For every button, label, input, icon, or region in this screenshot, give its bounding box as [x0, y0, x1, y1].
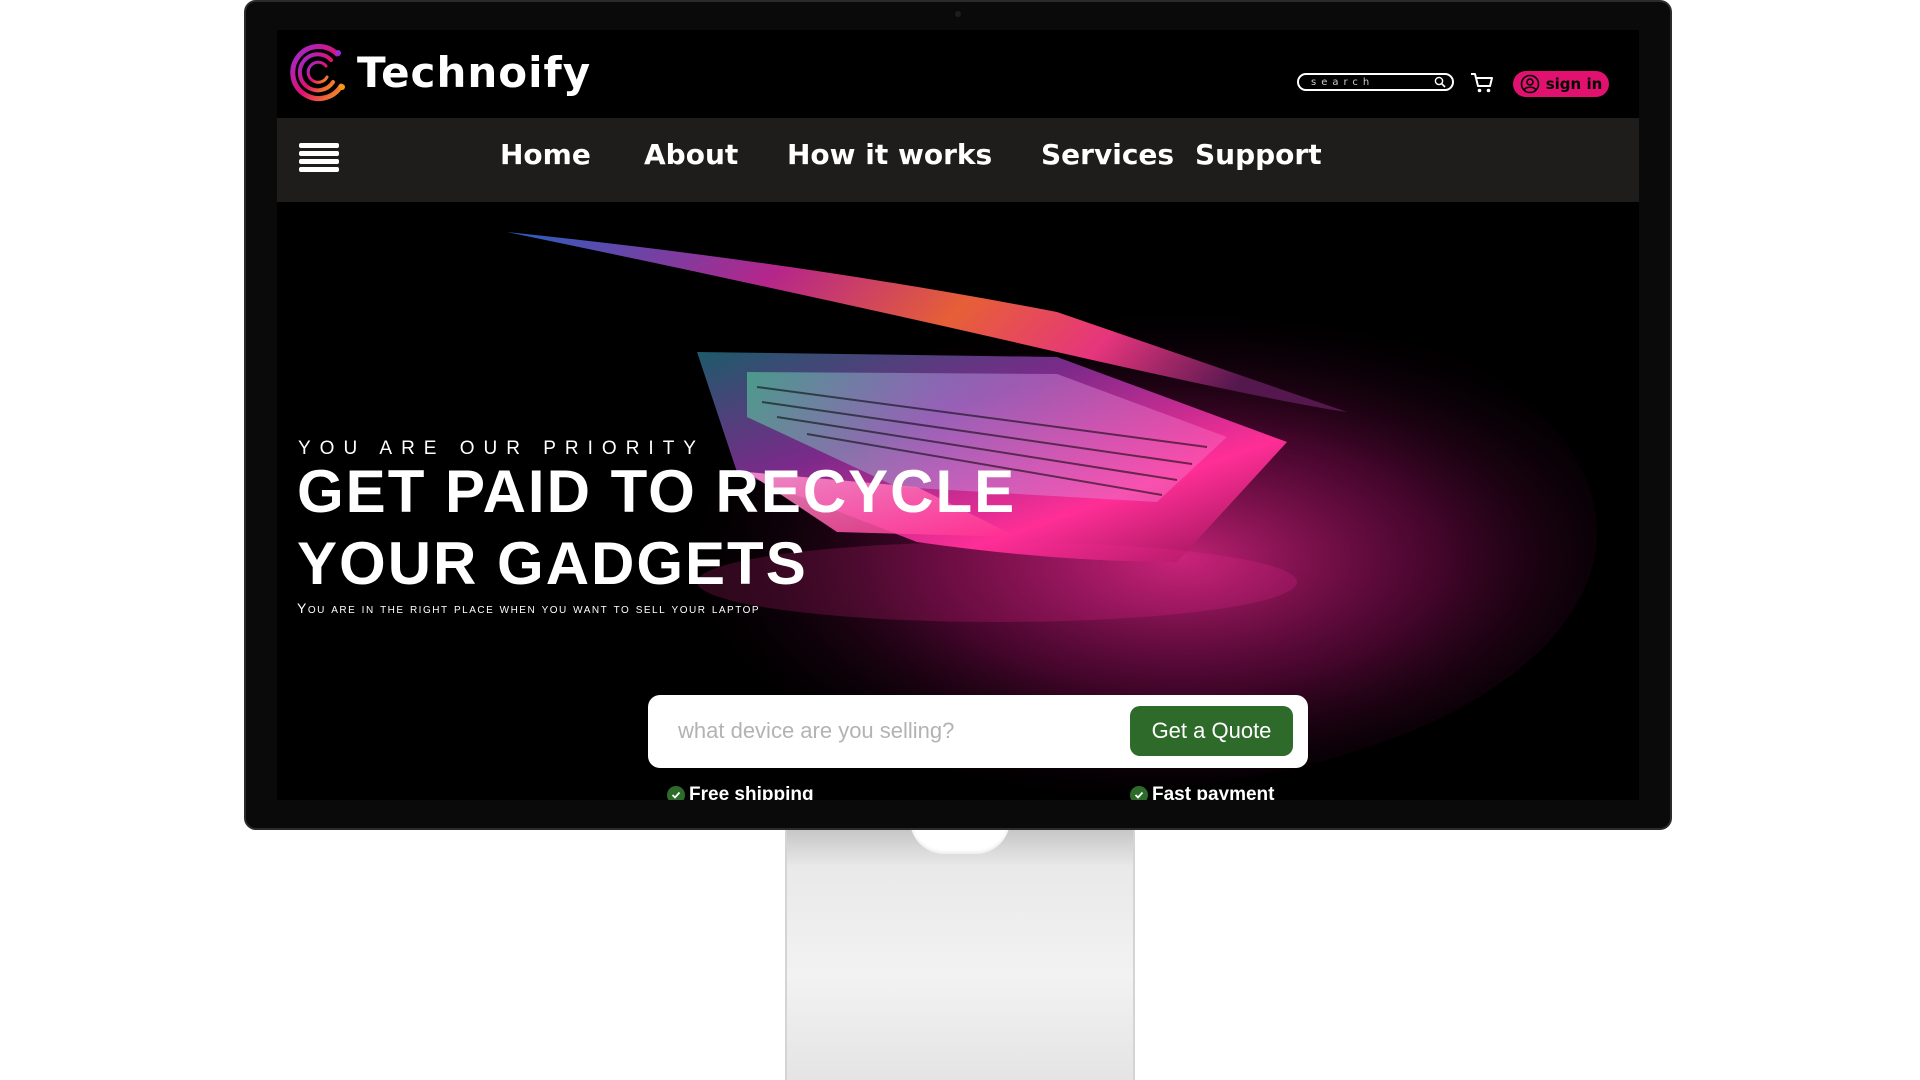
nav-item-home[interactable]: Home: [500, 138, 591, 171]
feature-fast-payment: Fast payment: [1130, 784, 1274, 800]
hamburger-icon[interactable]: [299, 143, 339, 179]
hero-headline: GET PAID TO RECYCLE YOUR GADGETS: [297, 456, 1057, 600]
feature-free-shipping: Free shipping: [667, 784, 814, 800]
sign-in-button[interactable]: sign in: [1513, 71, 1609, 97]
hero-subline: You are in the right place when you want…: [297, 600, 761, 616]
mockup-stage: Technoify sign in: [0, 0, 1920, 1080]
user-circle-icon: [1520, 74, 1540, 94]
logo-mark-icon: [290, 44, 345, 101]
nav-item-about[interactable]: About: [644, 138, 738, 171]
check-icon: [1130, 786, 1148, 800]
hero-section: YOU ARE OUR PRIORITY GET PAID TO RECYCLE…: [277, 202, 1639, 800]
hero-headline-line2: YOUR GADGETS: [297, 530, 808, 597]
feature-label: Fast payment: [1152, 784, 1275, 800]
nav-item-services[interactable]: Services: [1041, 138, 1174, 171]
quote-form: Get a Quote: [648, 695, 1308, 768]
nav-item-support[interactable]: Support: [1195, 138, 1322, 171]
nav-item-how-it-works[interactable]: How it works: [787, 138, 992, 171]
monitor-stand: [785, 820, 1135, 1080]
main-nav: Home About How it works Services Support: [277, 118, 1639, 202]
feature-label: Free shipping: [689, 784, 814, 800]
search-input[interactable]: [1311, 76, 1431, 88]
cart-icon[interactable]: [1470, 72, 1494, 94]
site-header: Technoify sign in: [277, 30, 1639, 118]
device-search-input[interactable]: [678, 715, 1078, 747]
logo-text: Technoify: [357, 47, 592, 97]
get-quote-button[interactable]: Get a Quote: [1130, 706, 1293, 756]
camera-dot: [955, 11, 961, 17]
sign-in-label: sign in: [1545, 75, 1603, 93]
site-logo[interactable]: Technoify: [289, 40, 591, 104]
check-icon: [667, 786, 685, 800]
website-screen: Technoify sign in: [277, 30, 1639, 800]
hero-headline-line1: GET PAID TO RECYCLE: [297, 458, 1017, 525]
search-bar[interactable]: [1297, 73, 1454, 91]
search-icon[interactable]: [1434, 76, 1446, 88]
